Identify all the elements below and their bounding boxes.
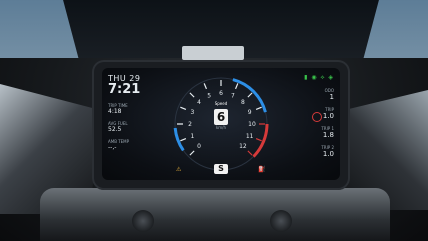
gauge-tick xyxy=(255,137,262,142)
gauge-tick-label: 2 xyxy=(188,121,192,128)
gauge-tick-label: 12 xyxy=(239,143,247,150)
gauge-tick-label: 5 xyxy=(207,92,211,99)
fuel-icon: ⛽ xyxy=(258,166,266,173)
gauge-tick-label: 4 xyxy=(197,99,201,106)
gauge-tick-label: 3 xyxy=(190,109,194,116)
gauge-tick-label: 6 xyxy=(219,90,223,97)
trip2-row: TRIP 2 1.0 xyxy=(274,145,334,158)
gauge-tick-label: 11 xyxy=(246,133,254,140)
avg-fuel-value: 52.5 xyxy=(108,126,122,133)
trip-time-value: 4:18 xyxy=(108,108,122,115)
riding-mode-badge: S xyxy=(214,164,228,174)
trip-row: TRIP 1.0 xyxy=(274,107,334,120)
trip1-value: 1.8 xyxy=(322,131,334,139)
screen-mount xyxy=(182,46,244,60)
speed-label: Speed xyxy=(214,101,228,106)
bottom-deck xyxy=(40,188,390,241)
right-knob[interactable] xyxy=(270,210,292,232)
gauge-tick xyxy=(189,92,195,98)
photo-scene: THU 29 7:21 TRIP TIME 4:18 AVG FUEL 52.5… xyxy=(0,0,428,241)
status-icons: ▮ ◉ ⟡ ◈ xyxy=(304,74,334,81)
trip-value: 1.0 xyxy=(322,112,334,120)
gear-indicator: 6 xyxy=(214,109,228,125)
avg-fuel-row: AVG FUEL 52.5 xyxy=(108,121,170,133)
left-info-panel: THU 29 7:21 TRIP TIME 4:18 AVG FUEL 52.5… xyxy=(108,74,170,151)
odo-value: 1 xyxy=(329,93,334,101)
gauge-tick-label: 7 xyxy=(231,92,235,99)
ambient-row: AMB TEMP --,- xyxy=(108,139,170,151)
trip-time-row: TRIP TIME 4:18 xyxy=(108,103,170,115)
blue-arc-left xyxy=(173,127,185,152)
gauge-tick-label: 1 xyxy=(190,133,194,140)
trip1-row: TRIP 1 1.8 xyxy=(274,126,334,139)
gauge-tick xyxy=(255,106,262,111)
gauge-center: Speed 6 km/h xyxy=(206,101,236,130)
gauge-tick xyxy=(180,106,187,111)
clock: 7:21 xyxy=(108,82,141,97)
gauge-tick-label: 0 xyxy=(197,143,201,150)
tft-display: THU 29 7:21 TRIP TIME 4:18 AVG FUEL 52.5… xyxy=(102,68,340,180)
speed-unit: km/h xyxy=(215,125,227,130)
gauge-tick xyxy=(203,83,208,90)
gauge-tick xyxy=(247,92,253,98)
gauge-tick xyxy=(180,137,187,142)
left-knob[interactable] xyxy=(132,210,154,232)
gauge-tick xyxy=(247,150,253,156)
ambient-value: --,- xyxy=(108,144,117,151)
gauge-tick-label: 10 xyxy=(248,121,256,128)
gauge-tick-label: 9 xyxy=(248,109,252,116)
gauge-tick-label: 8 xyxy=(241,99,245,106)
right-info-panel: ▮ ◉ ⟡ ◈ ODO 1 TRIP 1.0 TRIP 1 1.8 TRIP 2… xyxy=(274,74,334,158)
gauge-tick xyxy=(234,83,239,90)
gauge-tick xyxy=(189,150,195,156)
odo-row: ODO 1 xyxy=(274,88,334,101)
engine-warning-icon: ⚠ xyxy=(176,166,182,173)
trip2-value: 1.0 xyxy=(322,150,334,158)
